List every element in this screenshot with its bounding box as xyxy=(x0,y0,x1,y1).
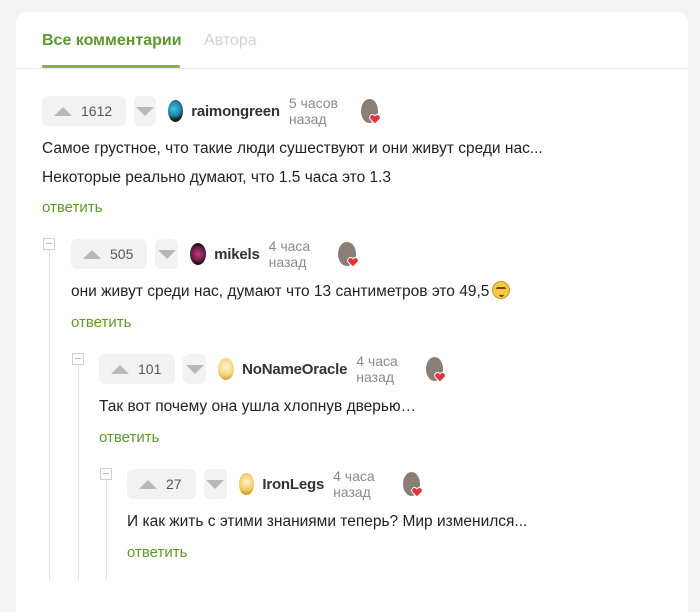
timestamp[interactable]: 5 часов назад xyxy=(289,95,351,127)
tab-author[interactable]: Автора xyxy=(204,32,257,50)
vote-box: 505 xyxy=(71,239,148,269)
timestamp[interactable]: 4 часа назад xyxy=(333,468,393,500)
smirk-emoji-icon xyxy=(492,281,511,299)
timestamp[interactable]: 4 часа назад xyxy=(356,353,416,385)
reaction-avatar[interactable] xyxy=(338,242,359,268)
heart-icon xyxy=(368,114,381,125)
active-tab-indicator xyxy=(42,65,180,68)
comment-tabs: Все комментарии Автора xyxy=(16,12,688,69)
downvote-icon xyxy=(136,106,155,116)
username[interactable]: mikels xyxy=(214,246,260,263)
comment-header: 505 mikels 4 часа назад xyxy=(71,238,359,270)
avatar[interactable] xyxy=(190,243,207,265)
vote-box: 27 xyxy=(127,469,196,499)
comment-text-line: И как жить с этими знаниями теперь? Мир … xyxy=(127,513,528,530)
upvote-icon[interactable] xyxy=(139,479,157,489)
rating-count: 101 xyxy=(138,361,162,377)
reaction-avatar[interactable] xyxy=(402,472,423,498)
thread-line xyxy=(78,365,79,580)
comment-text-line: Некоторые реально думают, что 1.5 часа э… xyxy=(42,169,392,186)
upvote-icon[interactable] xyxy=(111,364,129,374)
reply-button[interactable]: ответить xyxy=(42,199,102,216)
upvote-icon[interactable] xyxy=(54,106,72,116)
downvote-icon xyxy=(157,249,176,259)
downvote-button[interactable] xyxy=(155,239,179,269)
vote-box: 1612 xyxy=(42,96,127,126)
heart-icon xyxy=(346,257,359,268)
heart-icon xyxy=(434,372,447,383)
comment-text-line: они живут среди нас, думают что 13 санти… xyxy=(71,277,511,306)
comment-text: они живут среди нас, думают что 13 санти… xyxy=(71,283,490,300)
rating-count: 27 xyxy=(166,476,182,492)
comment-header: 101 NoNameOracle 4 часа назад xyxy=(99,353,447,385)
reaction-avatar[interactable] xyxy=(426,357,447,383)
comment-text-line: Самое грустное, что такие люди сушествую… xyxy=(42,140,543,157)
username[interactable]: NoNameOracle xyxy=(242,361,347,378)
thread-line xyxy=(106,480,107,580)
downvote-button[interactable] xyxy=(134,96,157,126)
upvote-icon[interactable] xyxy=(83,249,101,259)
comment-header: 27 IronLegs 4 часа назад xyxy=(127,468,423,500)
avatar[interactable] xyxy=(238,473,255,495)
collapse-toggle[interactable] xyxy=(100,468,112,480)
downvote-icon xyxy=(185,364,204,374)
downvote-button[interactable] xyxy=(183,354,207,384)
collapse-toggle[interactable] xyxy=(72,353,84,365)
heart-icon xyxy=(411,487,423,498)
reply-button[interactable]: ответить xyxy=(99,429,159,446)
comment-text-line: Так вот почему она ушла хлопнув дверью… xyxy=(99,398,417,415)
vote-box: 101 xyxy=(99,354,176,384)
downvote-button[interactable] xyxy=(203,469,227,499)
reply-button[interactable]: ответить xyxy=(127,544,187,561)
reply-button[interactable]: ответить xyxy=(71,314,131,331)
thread-line xyxy=(49,250,50,580)
rating-count: 1612 xyxy=(81,103,113,119)
avatar[interactable] xyxy=(168,100,184,122)
comment-header: 1612 raimongreen 5 часов назад xyxy=(42,95,381,127)
downvote-icon xyxy=(206,479,225,489)
timestamp[interactable]: 4 часа назад xyxy=(269,238,329,270)
comments-card: Все комментарии Автора 1612 raimongreen … xyxy=(16,12,688,612)
username[interactable]: IronLegs xyxy=(262,476,324,493)
avatar[interactable] xyxy=(218,358,235,380)
tab-all-comments[interactable]: Все комментарии xyxy=(42,32,182,50)
username[interactable]: raimongreen xyxy=(191,103,280,120)
collapse-toggle[interactable] xyxy=(43,238,55,250)
reaction-avatar[interactable] xyxy=(361,99,381,125)
rating-count: 505 xyxy=(110,246,134,262)
